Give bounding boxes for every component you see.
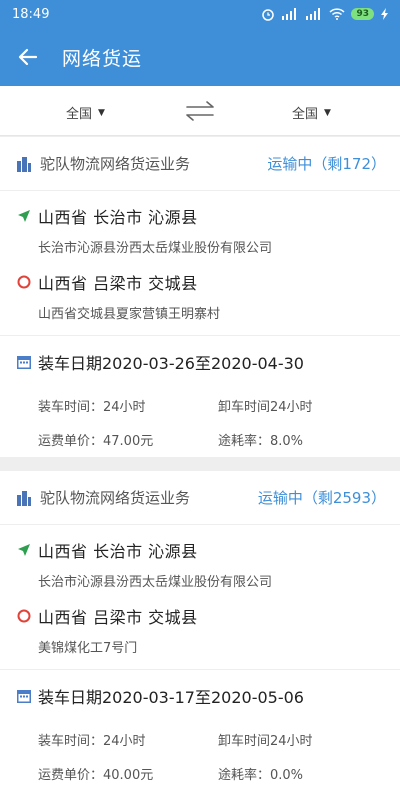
time-row: 装车时间：24小时 卸车时间24小时	[16, 722, 384, 756]
card-title: 驼队物流网络货运业务	[40, 155, 191, 173]
time-row: 装车时间：24小时 卸车时间24小时	[16, 388, 384, 422]
origin-city: 山西省 长治市 沁源县	[38, 542, 198, 561]
origin-address: 长治市沁源县汾西太岳煤业股份有限公司	[38, 240, 273, 256]
wifi-icon	[329, 8, 345, 20]
schedule-section: 装车日期2020-03-26至2020-04-30 装车时间：24小时 卸车时间…	[0, 335, 400, 456]
loading-date: 装车日期2020-03-26至2020-04-30	[38, 354, 304, 373]
origin-city: 山西省 长治市 沁源县	[38, 208, 198, 227]
price-row: 运费单价：47.00元 途耗率：8.0%	[16, 422, 384, 456]
destination-region-label: 全国	[292, 107, 319, 122]
transport-status: 运输中（剩172）	[267, 155, 386, 173]
destination-address: 山西省交城县夏家营镇王明寨村	[38, 306, 221, 322]
destination-circle-icon	[16, 274, 32, 290]
loading-date: 装车日期2020-03-17至2020-05-06	[38, 688, 304, 707]
origin-region-label: 全国	[66, 107, 93, 122]
battery-level: 93	[351, 8, 374, 20]
destination-row: 山西省 吕梁市 交城县	[16, 267, 384, 297]
freight-card[interactable]: 驼队物流网络货运业务 运输中（剩2593） 山西省 长治市 沁源县 长治市沁源县…	[0, 471, 400, 800]
building-icon	[17, 490, 31, 506]
status-icons: 93	[261, 7, 390, 21]
origin-row: 山西省 长治市 沁源县	[16, 535, 384, 565]
back-button[interactable]	[0, 28, 56, 86]
origin-address: 长治市沁源县汾西太岳煤业股份有限公司	[38, 574, 273, 590]
page-title: 网络货运	[62, 47, 143, 70]
building-icon	[17, 156, 31, 172]
destination-address: 美锦煤化工7号门	[38, 640, 138, 656]
unit-price: 运费单价：40.00元	[38, 767, 154, 783]
status-bar: 18:49 93	[0, 0, 400, 28]
load-time: 装车时间：24小时	[38, 733, 146, 749]
card-header: 驼队物流网络货运业务 运输中（剩2593）	[0, 471, 400, 525]
origin-row: 山西省 长治市 沁源县	[16, 201, 384, 231]
card-header: 驼队物流网络货运业务 运输中（剩172）	[0, 137, 400, 191]
caret-down-icon: ▼	[324, 107, 331, 118]
transport-status: 运输中（剩2593）	[257, 489, 386, 507]
charging-icon	[380, 8, 390, 20]
destination-city: 山西省 吕梁市 交城县	[38, 274, 198, 293]
price-row: 运费单价：40.00元 途耗率：0.0%	[16, 756, 384, 790]
status-time: 18:49	[12, 6, 50, 22]
region-filter-bar: 全国 ▼ 全国 ▼	[0, 86, 400, 136]
card-title: 驼队物流网络货运业务	[40, 489, 191, 507]
back-arrow-icon	[18, 48, 38, 66]
navigation-arrow-icon	[16, 208, 32, 224]
destination-row: 山西省 吕梁市 交城县	[16, 601, 384, 631]
navigation-arrow-icon	[16, 542, 32, 558]
loading-date-row: 装车日期2020-03-26至2020-04-30	[16, 336, 384, 388]
signal-icon-2	[305, 8, 323, 20]
loss-rate: 途耗率：0.0%	[218, 767, 304, 783]
load-time: 装车时间：24小时	[38, 399, 146, 415]
route-section: 山西省 长治市 沁源县 长治市沁源县汾西太岳煤业股份有限公司 山西省 吕梁市 交…	[0, 191, 400, 335]
destination-region-dropdown[interactable]: 全国 ▼	[292, 103, 331, 122]
unload-time: 卸车时间24小时	[218, 399, 313, 415]
freight-card[interactable]: 驼队物流网络货运业务 运输中（剩172） 山西省 长治市 沁源县 长治市沁源县汾…	[0, 137, 400, 457]
unload-time: 卸车时间24小时	[218, 733, 313, 749]
loss-rate: 途耗率：8.0%	[218, 433, 304, 449]
unit-price: 运费单价：47.00元	[38, 433, 154, 449]
swap-icon[interactable]	[184, 100, 216, 122]
caret-down-icon: ▼	[98, 107, 105, 118]
origin-region-dropdown[interactable]: 全国 ▼	[66, 103, 105, 122]
calendar-icon	[17, 690, 31, 703]
schedule-section: 装车日期2020-03-17至2020-05-06 装车时间：24小时 卸车时间…	[0, 669, 400, 790]
calendar-icon	[17, 356, 31, 369]
signal-icon	[281, 8, 299, 20]
alarm-icon	[261, 7, 275, 21]
destination-city: 山西省 吕梁市 交城县	[38, 608, 198, 627]
route-section: 山西省 长治市 沁源县 长治市沁源县汾西太岳煤业股份有限公司 山西省 吕梁市 交…	[0, 525, 400, 669]
destination-circle-icon	[16, 608, 32, 624]
loading-date-row: 装车日期2020-03-17至2020-05-06	[16, 670, 384, 722]
app-bar: 网络货运	[0, 28, 400, 86]
